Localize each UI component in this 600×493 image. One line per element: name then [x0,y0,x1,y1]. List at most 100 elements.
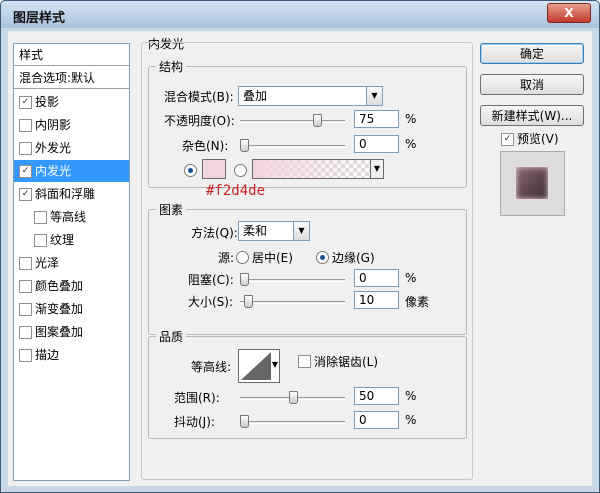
style-preview [500,151,565,216]
sidebar-item[interactable]: 颜色叠加 [14,275,129,297]
source-edge-radio[interactable] [316,251,329,264]
antialias-checkbox[interactable] [298,355,311,368]
layer-style-dialog: 图层样式 X 样式 混合选项:默认 ✓ 投影 内阴影 外发光 ✓ 内发光 ✓ 斜面和浮雕 等高线… [0,0,600,493]
noise-unit: % [405,137,417,151]
choke-field[interactable]: 0 [354,269,399,287]
noise-slider-thumb[interactable] [240,139,249,152]
sidebar-item[interactable]: 图案叠加 [14,321,129,343]
sidebar-item-checkbox[interactable] [34,234,47,247]
choke-unit: % [405,271,417,285]
sidebar-item-checkbox[interactable]: ✓ [19,165,32,178]
dialog-client: 样式 混合选项:默认 ✓ 投影 内阴影 外发光 ✓ 内发光 ✓ 斜面和浮雕 等高线 纹理 光泽 颜色叠… [8,31,592,486]
window-title: 图层样式 [13,11,66,26]
jitter-field[interactable]: 0 [354,411,399,429]
solid-color-radio[interactable] [184,164,197,177]
contour-picker[interactable]: ▼ [238,349,280,383]
size-slider-track[interactable] [240,301,345,304]
noise-field[interactable]: 0 [354,135,399,153]
sidebar-item[interactable]: 纹理 [14,229,129,251]
noise-label: 杂色(N): [182,139,229,153]
sidebar-item-label: 渐变叠加 [35,302,84,316]
source-center-radio[interactable] [236,251,249,264]
gradient-picker[interactable]: ▼ [252,159,384,179]
new-style-button[interactable]: 新建样式(W)... [480,105,584,126]
sidebar-item-label: 内阴影 [35,118,72,132]
sidebar-item-label: 描边 [35,348,60,362]
sidebar-item-label: 图案叠加 [35,325,84,339]
chevron-down-icon: ▼ [293,222,309,240]
sidebar-item-checkbox[interactable] [19,303,32,316]
close-button[interactable]: X [547,3,591,23]
range-label: 范围(R): [174,391,220,405]
chevron-down-icon: ▼ [271,360,278,369]
jitter-label: 抖动(J): [174,415,215,429]
sidebar-item-label: 颜色叠加 [35,279,84,293]
glow-color-swatch[interactable] [202,159,226,179]
sidebar-item-checkbox[interactable]: ✓ [19,96,32,109]
sidebar-item[interactable]: ✓ 内发光 [14,160,129,182]
quality-title: 品质 [156,328,187,345]
jitter-slider-thumb[interactable] [240,415,249,428]
opacity-label: 不透明度(O): [164,114,235,128]
sidebar-item-checkbox[interactable] [19,326,32,339]
method-label: 方法(Q): [191,226,238,240]
choke-label: 阻塞(C): [188,273,234,287]
styles-header[interactable]: 样式 [14,44,129,66]
choke-slider-track[interactable] [240,279,345,282]
size-label: 大小(S): [188,295,234,309]
size-unit: 像素 [405,295,430,309]
preview-label: 预览(V) [517,132,559,146]
range-slider-thumb[interactable] [288,391,298,404]
sidebar-item-label: 外发光 [35,141,72,155]
size-field[interactable]: 10 [354,291,399,309]
contour-preview-icon [241,352,271,380]
elements-title: 图素 [156,201,187,218]
blend-options-item[interactable]: 混合选项:默认 [14,67,129,89]
blend-mode-select[interactable]: 叠加 ▼ [238,86,383,106]
sidebar-item[interactable]: ✓ 投影 [14,91,129,113]
cancel-button[interactable]: 取消 [480,74,584,95]
sidebar-item[interactable]: 光泽 [14,252,129,274]
ok-button[interactable]: 确定 [480,43,584,64]
style-list: 样式 混合选项:默认 ✓ 投影 内阴影 外发光 ✓ 内发光 ✓ 斜面和浮雕 等高线 纹理 光泽 颜色叠… [13,43,130,481]
sidebar-item-label: 内发光 [35,164,72,178]
noise-slider-track[interactable] [240,145,345,148]
sidebar-item-label: 光泽 [35,256,60,270]
sidebar-item[interactable]: ✓ 斜面和浮雕 [14,183,129,205]
choke-slider-thumb[interactable] [240,273,249,286]
source-edge-label: 边缘(G) [332,251,375,265]
opacity-unit: % [405,112,417,126]
sidebar-item-checkbox[interactable] [19,280,32,293]
preview-swatch [516,167,548,199]
antialias-label: 消除锯齿(L) [314,355,379,369]
color-annotation: #f2d4de [206,183,266,199]
sidebar-item-checkbox[interactable] [34,211,47,224]
jitter-slider-track[interactable] [240,421,345,424]
sidebar-item-label: 等高线 [50,210,87,224]
opacity-slider-thumb[interactable] [312,114,322,127]
opacity-slider-track[interactable] [240,120,345,123]
size-slider-thumb[interactable] [243,295,253,308]
range-unit: % [405,389,417,403]
preview-checkbox[interactable]: ✓ [501,133,514,146]
sidebar-item-checkbox[interactable] [19,119,32,132]
sidebar-item-checkbox[interactable] [19,142,32,155]
gradient-radio[interactable] [234,164,247,177]
range-field[interactable]: 50 [354,387,399,405]
jitter-unit: % [405,413,417,427]
sidebar-item[interactable]: 描边 [14,344,129,366]
sidebar-item-checkbox[interactable] [19,257,32,270]
structure-title: 结构 [156,58,187,75]
blend-mode-value: 叠加 [243,89,268,103]
method-select[interactable]: 柔和 ▼ [238,221,310,241]
sidebar-item-checkbox[interactable] [19,349,32,362]
opacity-field[interactable]: 75 [354,110,399,128]
sidebar-item-label: 投影 [35,95,60,109]
sidebar-item[interactable]: 等高线 [14,206,129,228]
sidebar-item[interactable]: 渐变叠加 [14,298,129,320]
sidebar-item-checkbox[interactable]: ✓ [19,188,32,201]
contour-label: 等高线: [191,360,232,374]
sidebar-item[interactable]: 内阴影 [14,114,129,136]
sidebar-item[interactable]: 外发光 [14,137,129,159]
sidebar-item-label: 纹理 [50,233,75,247]
